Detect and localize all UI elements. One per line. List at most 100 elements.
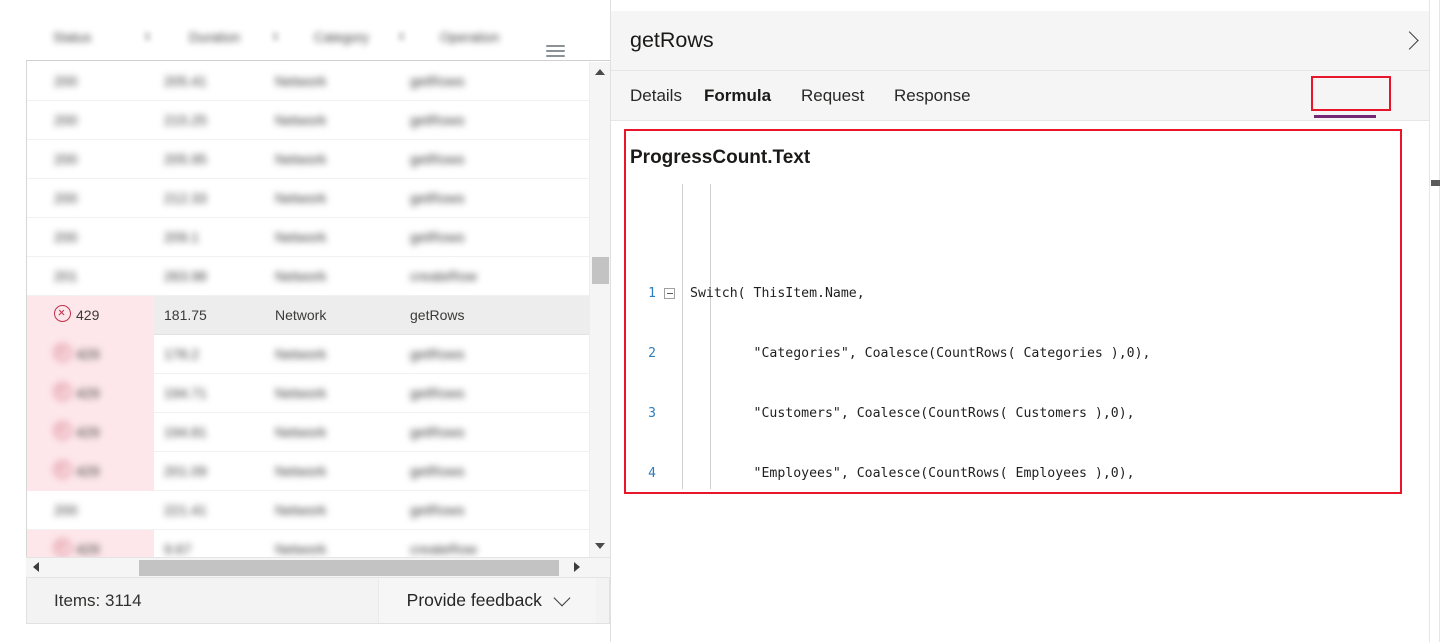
table-row[interactable]: 429 201.09 Network getRows bbox=[27, 452, 589, 491]
column-header-duration[interactable]: Duration bbox=[189, 14, 240, 61]
table-row[interactable]: 429 178.2 Network getRows bbox=[27, 335, 589, 374]
cell-status: 429 bbox=[54, 413, 99, 452]
cell-duration: 178.2 bbox=[164, 346, 200, 362]
cell-category: Network bbox=[275, 385, 327, 401]
cell-status: 201 bbox=[54, 268, 78, 284]
cell-status-text: 429 bbox=[76, 385, 100, 401]
table-row[interactable]: 429 9.67 Network createRow bbox=[27, 530, 589, 557]
scroll-left-arrow-icon[interactable] bbox=[26, 558, 47, 578]
cell-status: 200 bbox=[54, 229, 78, 245]
column-header-operation[interactable]: Operation bbox=[440, 14, 499, 61]
cell-operation: createRow bbox=[410, 541, 477, 557]
table-header-row: Status Duration Category Operation bbox=[26, 14, 610, 61]
code-text: "Customers", Coalesce(CountRows( Custome… bbox=[690, 406, 1135, 421]
cell-operation: getRows bbox=[410, 463, 465, 479]
page-scrollbar-thumb[interactable] bbox=[1431, 180, 1440, 186]
table-row-selected[interactable]: 429 181.75 Network getRows bbox=[27, 296, 589, 335]
cell-operation: getRows bbox=[410, 502, 465, 518]
tab-response[interactable]: Response bbox=[894, 71, 971, 120]
cell-status: 200 bbox=[54, 73, 78, 89]
error-circle-icon bbox=[54, 305, 71, 322]
cell-status: 200 bbox=[54, 190, 78, 206]
cell-category: Network bbox=[275, 307, 327, 323]
hamburger-menu-icon[interactable] bbox=[546, 45, 565, 58]
error-circle-icon bbox=[54, 422, 71, 439]
cell-status-text: 429 bbox=[76, 541, 100, 557]
cell-operation: getRows bbox=[410, 190, 465, 206]
cell-duration: 9.67 bbox=[164, 541, 192, 557]
cell-status: 200 bbox=[54, 112, 78, 128]
cell-duration: 263.98 bbox=[164, 268, 207, 284]
line-number: 2 bbox=[648, 346, 656, 361]
cell-status: 429 bbox=[54, 296, 99, 335]
cell-duration: 205.95 bbox=[164, 151, 207, 167]
table-row[interactable]: 200 205.95 Network getRows bbox=[27, 140, 589, 179]
code-text: "Categories", Coalesce(CountRows( Catego… bbox=[690, 346, 1151, 361]
table-row[interactable]: 200 221.41 Network getRows bbox=[27, 491, 589, 530]
chevron-right-icon[interactable] bbox=[1398, 29, 1422, 53]
vertical-scrollbar-thumb[interactable] bbox=[592, 257, 609, 284]
cell-status-text: 429 bbox=[76, 424, 100, 440]
table-row[interactable]: 200 205.41 Network getRows bbox=[27, 62, 589, 101]
code-line: 2 "Categories", Coalesce(CountRows( Cate… bbox=[630, 344, 1400, 364]
cell-duration: 205.41 bbox=[164, 73, 207, 89]
cell-status: 429 bbox=[54, 530, 99, 557]
tab-details[interactable]: Details bbox=[630, 71, 682, 120]
column-header-category[interactable]: Category bbox=[314, 14, 369, 61]
horizontal-scrollbar-thumb[interactable] bbox=[139, 560, 559, 576]
table-row[interactable]: 200 212.33 Network getRows bbox=[27, 179, 589, 218]
cell-status-text: 429 bbox=[76, 307, 100, 323]
cell-operation: getRows bbox=[410, 229, 465, 245]
details-panel: getRows Details Formula Request Response… bbox=[611, 0, 1451, 642]
cell-operation: getRows bbox=[410, 112, 465, 128]
table-rows-viewport: 200 205.41 Network getRows 200 215.25 Ne… bbox=[27, 62, 589, 557]
page-vertical-scrollbar[interactable] bbox=[1429, 0, 1440, 642]
chevron-down-icon bbox=[553, 589, 571, 607]
line-number: 4 bbox=[648, 466, 656, 481]
cell-category: Network bbox=[275, 190, 327, 206]
cell-duration: 201.09 bbox=[164, 463, 207, 479]
table-vertical-scrollbar[interactable] bbox=[589, 62, 610, 557]
indent-guide bbox=[710, 184, 711, 489]
items-count-label: Items: 3114 bbox=[54, 591, 142, 610]
cell-status: 429 bbox=[54, 335, 99, 374]
cell-category: Network bbox=[275, 151, 327, 167]
cell-status: 429 bbox=[54, 452, 99, 491]
cell-status: 200 bbox=[54, 502, 78, 518]
cell-category: Network bbox=[275, 424, 327, 440]
status-bar: Items: 3114 Provide feedback bbox=[26, 578, 610, 624]
details-panel-title: getRows bbox=[630, 28, 714, 52]
column-separator bbox=[272, 32, 279, 41]
table-row[interactable]: 200 215.25 Network getRows bbox=[27, 101, 589, 140]
provide-feedback-label: Provide feedback bbox=[406, 590, 542, 610]
provide-feedback-button[interactable]: Provide feedback bbox=[378, 578, 596, 623]
table-horizontal-scrollbar[interactable] bbox=[26, 557, 610, 578]
cell-category: Network bbox=[275, 502, 327, 518]
error-circle-icon bbox=[54, 461, 71, 478]
code-text: "Employees", Coalesce(CountRows( Employe… bbox=[690, 466, 1135, 481]
scroll-up-arrow-icon[interactable] bbox=[590, 62, 611, 83]
cell-operation: getRows bbox=[410, 346, 465, 362]
indent-guide bbox=[682, 184, 683, 489]
tab-request[interactable]: Request bbox=[801, 71, 864, 120]
cell-duration: 194.81 bbox=[164, 424, 207, 440]
cell-duration: 221.41 bbox=[164, 502, 207, 518]
table-row[interactable]: 429 194.71 Network getRows bbox=[27, 374, 589, 413]
scroll-right-arrow-icon[interactable] bbox=[567, 558, 588, 578]
scroll-down-arrow-icon[interactable] bbox=[590, 536, 611, 557]
code-line: 3 "Customers", Coalesce(CountRows( Custo… bbox=[630, 404, 1400, 424]
tab-formula[interactable]: Formula bbox=[704, 71, 771, 120]
column-header-status[interactable]: Status bbox=[53, 14, 91, 61]
code-fold-toggle-icon[interactable] bbox=[664, 288, 675, 299]
table-row[interactable]: 201 263.98 Network createRow bbox=[27, 257, 589, 296]
line-number: 3 bbox=[648, 406, 656, 421]
cell-operation: getRows bbox=[410, 73, 465, 89]
cell-status: 200 bbox=[54, 151, 78, 167]
formula-code-editor[interactable]: 1 Switch( ThisItem.Name, 2 "Categories",… bbox=[630, 184, 1400, 489]
cell-category: Network bbox=[275, 229, 327, 245]
table-row[interactable]: 429 194.81 Network getRows bbox=[27, 413, 589, 452]
cell-duration: 212.33 bbox=[164, 190, 207, 206]
cell-operation: getRows bbox=[410, 385, 465, 401]
table-row[interactable]: 200 209.1 Network getRows bbox=[27, 218, 589, 257]
cell-category: Network bbox=[275, 541, 327, 557]
